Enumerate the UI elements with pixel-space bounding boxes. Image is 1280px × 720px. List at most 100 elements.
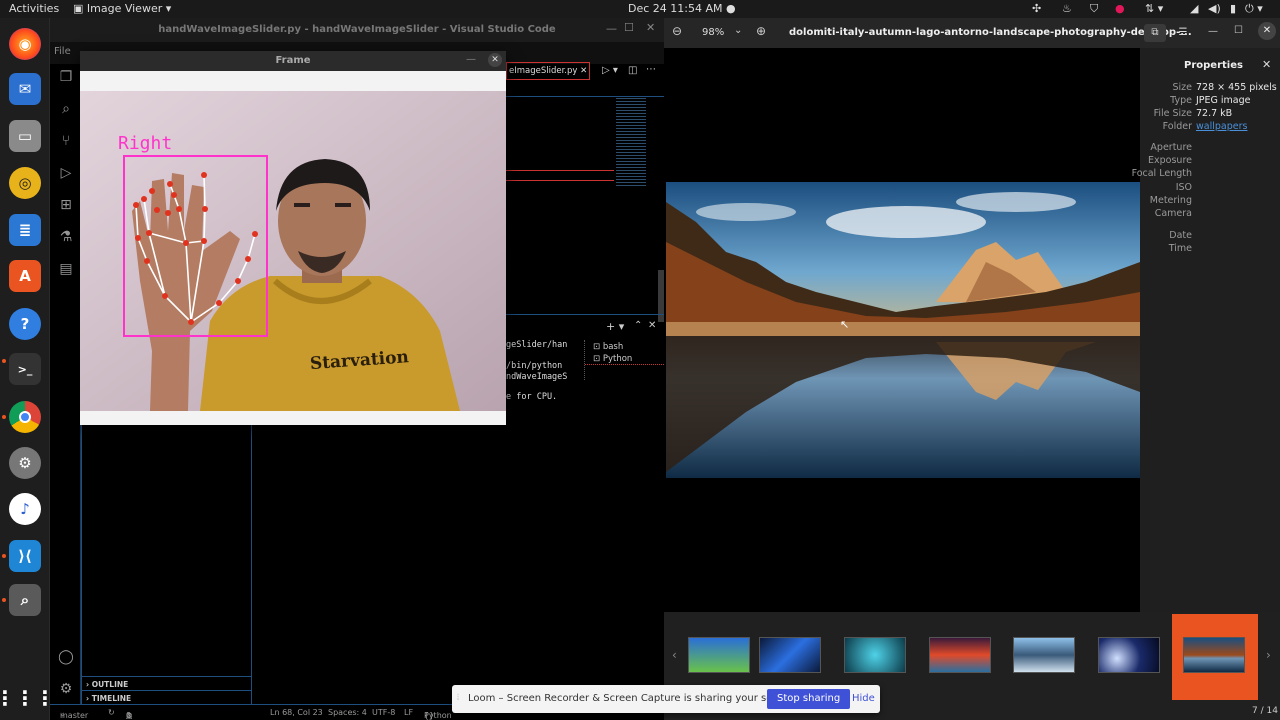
property-key: Date — [1169, 230, 1192, 241]
folder-link[interactable]: wallpapers — [1196, 121, 1247, 132]
activities-button[interactable]: Activities — [9, 2, 59, 15]
thumbnail[interactable] — [688, 637, 750, 673]
network-icon[interactable]: ⇅ ▾ — [1145, 2, 1163, 15]
image-viewer-window: ⊖ 98% ⌄ ⊕ dolomiti-italy-autumn-lago-ant… — [664, 18, 1280, 720]
close-icon[interactable]: ✕ — [488, 53, 502, 67]
manage-gear-icon[interactable]: ⚙ — [57, 680, 75, 698]
eol[interactable]: LF — [404, 708, 413, 717]
account-icon[interactable]: ◯ — [57, 648, 75, 666]
puzzle-icon[interactable]: ✣ — [1032, 2, 1041, 15]
terminal-list-item[interactable]: ⊡ bash — [585, 340, 664, 352]
shield-icon[interactable]: ⛉ — [1090, 2, 1098, 16]
strip-next-icon[interactable]: › — [1266, 648, 1271, 662]
exif-row: Focal Length — [1132, 168, 1280, 180]
firefox-icon[interactable]: ◉ — [9, 28, 41, 60]
software-center-icon[interactable]: A — [9, 260, 41, 292]
terminal-icon[interactable]: >_ — [9, 353, 41, 385]
power-icon[interactable]: ⏻ ▾ — [1245, 2, 1263, 16]
property-key: Size — [1172, 82, 1192, 93]
properties-close-icon[interactable]: ✕ — [1262, 58, 1271, 71]
extensions-icon[interactable]: ⊞ — [57, 196, 75, 214]
remote-explorer-icon[interactable]: ▤ — [57, 260, 75, 278]
fire-icon[interactable]: ♨ — [1062, 2, 1072, 15]
thumbnail[interactable] — [759, 637, 821, 673]
drag-handle-icon[interactable]: ⦙ — [457, 693, 459, 703]
zoom-out-icon[interactable]: ⊖ — [672, 24, 692, 42]
maximize-icon[interactable]: ☐ — [1234, 25, 1243, 36]
encoding[interactable]: UTF-8 — [372, 708, 395, 717]
more-actions-icon[interactable]: ⋯ — [646, 64, 656, 75]
settings-gear-icon[interactable]: ⚙ — [9, 447, 41, 479]
image-viewer-dock-icon[interactable]: ⌕ — [9, 584, 41, 616]
search-icon[interactable]: ⌕ — [57, 100, 75, 118]
webcam-scene: Starvation Right — [80, 91, 506, 411]
property-key: Focal Length — [1131, 168, 1192, 179]
files-icon[interactable]: ▭ — [9, 120, 41, 152]
property-row: File Size 72.7 kB — [1140, 108, 1280, 120]
testing-icon[interactable]: ⚗ — [57, 228, 75, 246]
explorer-icon[interactable]: ❐ — [57, 68, 75, 86]
minimize-icon[interactable]: — — [466, 54, 476, 65]
thunderbird-icon[interactable]: ✉ — [9, 73, 41, 105]
source-control-icon[interactable]: ⑂ — [57, 132, 75, 150]
battery-icon[interactable]: ▮ — [1230, 2, 1236, 15]
tab-close-icon[interactable]: ✕ — [580, 66, 587, 76]
editor-tab[interactable]: eImageSlider.py ✕ — [506, 62, 590, 80]
minimize-icon[interactable]: — — [1208, 26, 1218, 37]
hamburger-menu-icon[interactable]: ☰ — [1172, 24, 1194, 42]
run-file-icon[interactable]: ▷ ▾ — [602, 65, 618, 76]
thumbnail[interactable] — [929, 637, 991, 673]
outline-section[interactable]: › OUTLINE — [82, 676, 251, 690]
zoom-level[interactable]: 98% — [702, 27, 724, 38]
volume-icon[interactable]: ◀) — [1208, 2, 1221, 15]
frame-window: Frame — ✕ Starvation Right — [80, 51, 506, 425]
zoom-in-icon[interactable]: ⊕ — [756, 24, 766, 38]
cursor-position[interactable]: Ln 68, Col 23 — [270, 708, 323, 717]
thumbnail-selected[interactable] — [1172, 614, 1258, 700]
audacious-icon[interactable]: ♪ — [9, 493, 41, 525]
writer-icon[interactable]: ≣ — [9, 214, 41, 246]
thumbnail[interactable] — [844, 637, 906, 673]
thumbnail[interactable] — [1013, 637, 1075, 673]
chrome-icon[interactable] — [9, 401, 41, 433]
image-viewer-app-icon: ▣ — [73, 2, 87, 15]
thumbnail[interactable] — [1098, 637, 1160, 673]
main-image[interactable] — [666, 182, 1140, 478]
maximize-panel-icon[interactable]: ⌃ — [634, 320, 642, 331]
terminal-list-item[interactable]: ⊡ Python — [585, 352, 664, 365]
frame-titlebar[interactable]: Frame — [80, 51, 506, 71]
stop-sharing-button[interactable]: Stop sharing — [767, 689, 851, 709]
hide-button[interactable]: Hide — [852, 693, 875, 704]
clock[interactable]: Dec 24 11:54 AM ● — [628, 2, 736, 15]
app-menu-label: Image Viewer — [86, 2, 163, 15]
zoom-dropdown-icon[interactable]: ⌄ — [734, 25, 742, 36]
timeline-section[interactable]: › TIMELINE — [82, 690, 251, 704]
close-icon[interactable]: ✕ — [1258, 22, 1276, 40]
sync-icon[interactable]: ↻ — [108, 708, 115, 717]
gallery-toggle-icon[interactable]: ⧉ — [1144, 24, 1166, 42]
new-terminal-icon[interactable]: + ▾ — [606, 320, 624, 333]
strip-prev-icon[interactable]: ‹ — [672, 648, 677, 662]
rhythmbox-icon[interactable]: ◎ — [9, 167, 41, 199]
sidebar-border — [81, 422, 82, 704]
properties-panel: Properties ✕ Size 728 × 455 pixels Type JP… — [1132, 48, 1280, 632]
close-icon[interactable]: ✕ — [646, 21, 655, 34]
help-icon[interactable]: ? — [9, 308, 41, 340]
exif-row: ISO — [1140, 182, 1280, 194]
minimize-icon[interactable]: — — [606, 22, 617, 35]
close-panel-icon[interactable]: ✕ — [648, 320, 656, 331]
run-debug-icon[interactable]: ▷ — [57, 164, 75, 182]
mouse-cursor-icon: ↖ — [840, 318, 850, 331]
terminal-output[interactable]: geSlider/han /bin/python ndWaveImageS e … — [506, 340, 580, 403]
wifi-icon[interactable]: ◢ — [1190, 2, 1198, 15]
menu-file[interactable]: File — [54, 46, 71, 57]
vscode-icon[interactable]: ⟩⟨ — [9, 540, 41, 572]
split-editor-icon[interactable]: ◫ — [628, 65, 637, 76]
viewer-headerbar: ⊖ 98% ⌄ ⊕ dolomiti-italy-autumn-lago-ant… — [664, 18, 1280, 48]
app-menu[interactable]: ▣ Image Viewer ▾ — [73, 2, 171, 15]
app-indicator-icon[interactable]: ● — [1115, 2, 1125, 15]
maximize-icon[interactable]: ☐ — [624, 21, 634, 34]
webcam-feed: Starvation Right — [80, 91, 506, 411]
show-applications-grid-icon[interactable]: ⋮⋮⋮ — [0, 682, 55, 714]
indentation[interactable]: Spaces: 4 — [328, 708, 367, 717]
